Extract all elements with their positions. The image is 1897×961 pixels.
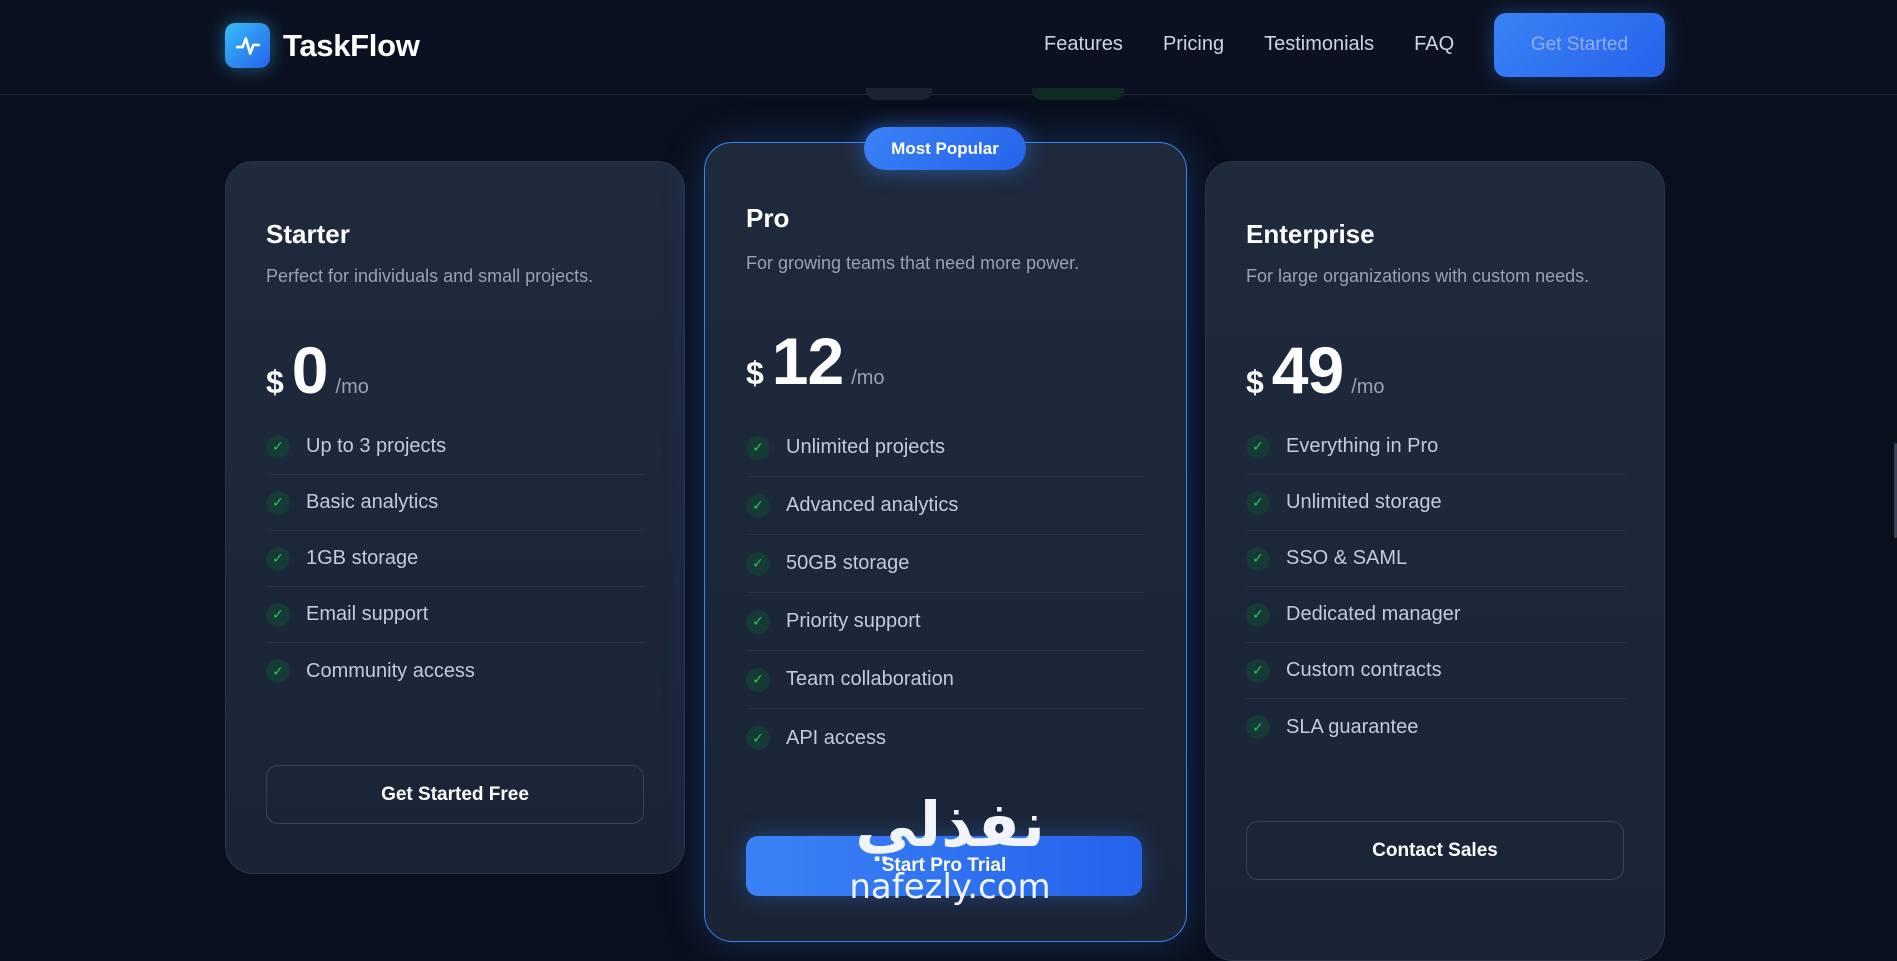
check-icon: ✓: [266, 659, 290, 683]
price-amount: 12: [771, 324, 844, 398]
check-icon: ✓: [1246, 715, 1270, 739]
feature-item: ✓ Team collaboration: [746, 651, 1144, 709]
plan-card-starter: Starter Perfect for individuals and smal…: [225, 161, 685, 874]
contact-sales-button[interactable]: Contact Sales: [1246, 821, 1624, 880]
plan-price: $ 12 /mo: [746, 323, 885, 399]
plan-description: Perfect for individuals and small projec…: [266, 266, 594, 286]
check-icon: ✓: [266, 546, 290, 571]
partially-hidden-toggle: [866, 88, 932, 100]
check-icon: ✓: [1246, 434, 1270, 459]
plan-title: Enterprise: [1246, 219, 1375, 249]
price-period: /mo: [1351, 376, 1385, 398]
feature-item: ✓ Email support: [266, 587, 646, 643]
feature-item: ✓ Community access: [266, 643, 646, 699]
nav-link-pricing[interactable]: Pricing: [1163, 33, 1224, 56]
feature-item: ✓ 50GB storage: [746, 535, 1144, 593]
nav-link-testimonials[interactable]: Testimonials: [1264, 33, 1374, 56]
navbar: TaskFlow Features Pricing Testimonials F…: [0, 0, 1897, 95]
partially-hidden-badge: [1032, 88, 1124, 100]
feature-item: ✓ Priority support: [746, 593, 1144, 651]
plan-card-enterprise: Enterprise For large organizations with …: [1205, 161, 1665, 961]
brand[interactable]: TaskFlow: [225, 23, 420, 68]
pulse-icon: [225, 23, 270, 68]
check-icon: ✓: [266, 602, 290, 627]
plan-description: For large organizations with custom need…: [1246, 266, 1590, 286]
feature-item: ✓ Advanced analytics: [746, 477, 1144, 535]
nav-link-features[interactable]: Features: [1044, 33, 1123, 56]
check-icon: ✓: [746, 667, 770, 692]
most-popular-badge: Most Popular: [864, 127, 1026, 170]
feature-item: ✓ Everything in Pro: [1246, 419, 1626, 475]
feature-item: ✓ 1GB storage: [266, 531, 646, 587]
nav-links: Features Pricing Testimonials FAQ: [1044, 0, 1454, 88]
check-icon: ✓: [1246, 658, 1270, 683]
feature-item: ✓ SLA guarantee: [1246, 699, 1626, 755]
check-icon: ✓: [746, 609, 770, 634]
check-icon: ✓: [746, 493, 770, 518]
check-icon: ✓: [1246, 546, 1270, 571]
feature-list: ✓ Up to 3 projects ✓ Basic analytics ✓ 1GB …: [266, 419, 646, 699]
start-pro-trial-button[interactable]: Start Pro Trial: [746, 836, 1142, 896]
feature-item: ✓ Unlimited projects: [746, 419, 1144, 477]
feature-item: ✓ Unlimited storage: [1246, 475, 1626, 531]
feature-item: ✓ API access: [746, 709, 1144, 767]
feature-item: ✓ Custom contracts: [1246, 643, 1626, 699]
price-amount: 0: [291, 333, 329, 407]
check-icon: ✓: [1246, 490, 1270, 515]
price-period: /mo: [851, 367, 885, 389]
brand-name: TaskFlow: [283, 27, 420, 63]
check-icon: ✓: [266, 434, 290, 459]
price-currency: $: [1246, 364, 1264, 400]
check-icon: ✓: [1246, 602, 1270, 627]
feature-item: ✓ Up to 3 projects: [266, 419, 646, 475]
feature-item: ✓ Dedicated manager: [1246, 587, 1626, 643]
check-icon: ✓: [746, 435, 770, 460]
price-currency: $: [746, 355, 764, 391]
plan-price: $ 0 /mo: [266, 332, 369, 408]
check-icon: ✓: [266, 490, 290, 515]
price-amount: 49: [1271, 333, 1344, 407]
price-currency: $: [266, 364, 284, 400]
feature-item: ✓ SSO & SAML: [1246, 531, 1626, 587]
plan-title: Pro: [746, 203, 790, 233]
nav-link-faq[interactable]: FAQ: [1414, 33, 1454, 56]
plan-description: For growing teams that need more power.: [746, 253, 1080, 273]
feature-list: ✓ Unlimited projects ✓ Advanced analytics …: [746, 419, 1144, 767]
plan-price: $ 49 /mo: [1246, 332, 1385, 408]
check-icon: ✓: [746, 726, 770, 750]
price-period: /mo: [335, 376, 369, 398]
get-started-button[interactable]: Get Started: [1494, 13, 1665, 77]
plan-title: Starter: [266, 219, 350, 249]
feature-item: ✓ Basic analytics: [266, 475, 646, 531]
get-started-free-button[interactable]: Get Started Free: [266, 765, 644, 824]
feature-list: ✓ Everything in Pro ✓ Unlimited storage ✓ S…: [1246, 419, 1626, 755]
plan-card-pro: Pro For growing teams that need more pow…: [704, 142, 1187, 942]
check-icon: ✓: [746, 551, 770, 576]
